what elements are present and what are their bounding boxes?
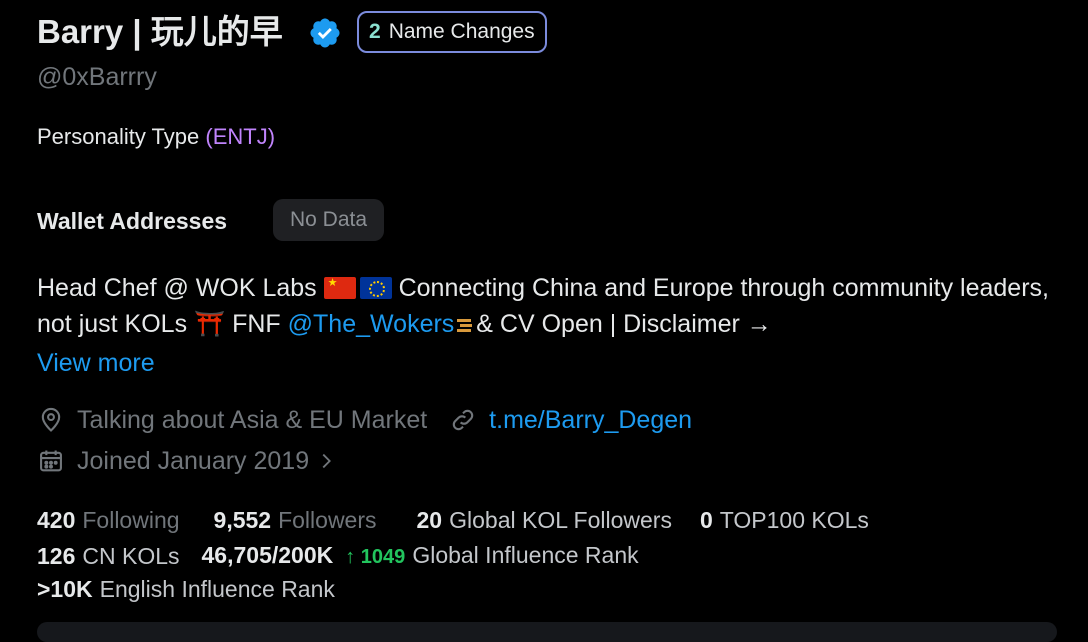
bio-text-1: Head Chef @ WOK Labs [37,274,317,302]
stats-row-2: 126 CN KOLs 46,705/200K ↑ 1049 Global Influ… [37,540,639,572]
personality-label: Personality Type [37,124,200,149]
location-pin-icon [41,407,61,432]
personality-value: (ENTJ) [205,124,276,149]
location-text: Talking about Asia & EU Market [77,406,428,434]
following-stat[interactable]: 420 Following [37,505,180,535]
influence-label: Global Influence Rank [412,542,639,568]
stats-row-1: 420 Following 9,552 Followers 20 Global KOL… [37,505,869,535]
profile-link[interactable]: t.me/Barry_Degen [489,403,692,437]
link-icon [452,409,474,431]
wallet-addresses-label: Wallet Addresses [37,208,228,234]
bio-mention-link[interactable]: @The_Wokers [288,310,455,338]
name-changes-label: Name Changes [388,20,535,43]
followers-label: Followers [278,507,377,533]
bio-text-3: & CV Open | Disclaimer → [476,310,772,338]
wokers-logo-icon [457,319,473,332]
global-kol-followers-stat[interactable]: 20 Global KOL Followers [417,505,672,535]
global-influence-stat[interactable]: 46,705/200K ↑ 1049 Global Influence Rank [202,540,639,572]
english-rank-label: English Influence Rank [99,576,335,602]
following-label: Following [82,507,180,533]
followers-count: 9,552 [213,507,272,533]
cn-kols-stat[interactable]: 126 CN KOLs [37,541,180,571]
top100-kols-stat[interactable]: 0 TOP100 KOLs [700,505,869,535]
personality-type: Personality Type (ENTJ) [37,122,275,152]
user-handle: @0xBarrry [37,63,157,91]
following-count: 420 [37,507,76,533]
profile-meta-row: Talking about Asia & EU Market t.me/Barr… [37,403,692,437]
cn-kol-label: CN KOLs [82,543,180,569]
joined-text: Joined January 2019 [77,447,310,475]
bio: Head Chef @ WOK Labs Connecting China an… [37,270,1057,342]
verified-badge-icon [310,18,340,48]
eu-flag-icon [359,277,392,299]
influence-change: ↑ 1049 [345,546,406,568]
global-kol-label: Global KOL Followers [449,507,672,533]
calendar-icon [40,450,62,472]
stats-row-3: >10K English Influence Rank [37,574,335,604]
joined-row[interactable]: Joined January 2019 [37,444,349,478]
next-section-card [37,622,1057,642]
top100-count: 0 [699,507,713,533]
global-kol-count: 20 [416,507,443,533]
chevron-right-icon [322,453,332,469]
cn-kol-count: 126 [37,543,76,569]
display-name: Barry | 玩儿的早 [37,13,283,50]
followers-stat[interactable]: 9,552 Followers [214,505,377,535]
influence-value: 46,705/200K [201,542,334,568]
china-flag-icon [323,277,356,299]
name-changes-count: 2 [369,20,381,43]
english-rank-value: >10K [37,576,93,602]
name-changes-badge[interactable]: 2 Name Changes [357,11,547,53]
view-more-link[interactable]: View more [37,346,155,380]
english-influence-stat[interactable]: >10K English Influence Rank [37,574,335,604]
top100-label: TOP100 KOLs [719,507,869,533]
wallet-no-data-badge: No Data [273,199,384,241]
